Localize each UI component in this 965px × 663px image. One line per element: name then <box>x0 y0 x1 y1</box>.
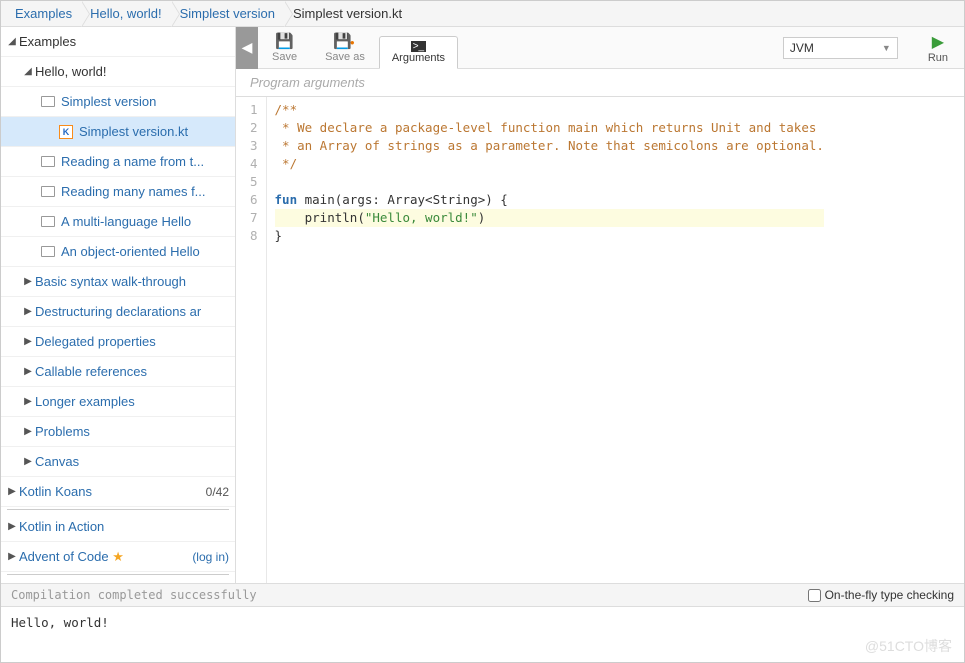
tree-problems[interactable]: Problems <box>1 417 235 447</box>
sidebar: Examples Hello, world! Simplest version … <box>1 27 236 583</box>
folder-icon <box>41 216 55 227</box>
code-editor[interactable]: 12345678 /** * We declare a package-leve… <box>236 97 964 583</box>
caret-icon <box>21 456 35 467</box>
save-button[interactable]: 💾 Save <box>258 27 311 68</box>
folder-icon <box>41 246 55 257</box>
tree-oop-hello[interactable]: An object-oriented Hello <box>1 237 235 267</box>
otf-checkbox[interactable]: On-the-fly type checking <box>808 588 954 602</box>
tree-reading-name[interactable]: Reading a name from t... <box>1 147 235 177</box>
caret-icon <box>5 486 19 497</box>
program-arguments-input[interactable]: Program arguments <box>236 69 964 97</box>
tree-destructuring[interactable]: Destructuring declarations ar <box>1 297 235 327</box>
chevron-down-icon: ▼ <box>882 43 891 53</box>
button-label: Save as <box>325 51 365 63</box>
tree-label: Examples <box>19 34 229 49</box>
tree-label: Simplest version.kt <box>79 124 229 139</box>
output-text: Hello, world! <box>11 615 109 630</box>
caret-icon <box>5 551 19 562</box>
tree-hello-world[interactable]: Hello, world! <box>1 57 235 87</box>
tree-longer[interactable]: Longer examples <box>1 387 235 417</box>
caret-icon <box>21 396 35 407</box>
main-area: Examples Hello, world! Simplest version … <box>1 27 964 583</box>
folder-icon <box>41 186 55 197</box>
target-select[interactable]: JVM ▼ <box>783 37 898 59</box>
save-as-icon: 💾 <box>333 32 357 50</box>
caret-icon <box>21 426 35 437</box>
tree-in-action[interactable]: Kotlin in Action <box>1 512 235 542</box>
crumb-file[interactable]: Simplest version.kt <box>285 1 412 26</box>
editor-pane: ◀ 💾 Save 💾 Save as >_ Arguments JVM ▼ ▶ … <box>236 27 964 583</box>
caret-icon <box>5 36 19 47</box>
folder-icon <box>41 96 55 107</box>
caret-icon <box>21 306 35 317</box>
play-icon: ▶ <box>932 32 944 52</box>
button-label: Save <box>272 51 297 63</box>
tree-canvas[interactable]: Canvas <box>1 447 235 477</box>
crumb-simplest[interactable]: Simplest version <box>172 1 285 26</box>
star-icon: ★ <box>112 549 124 564</box>
tree-label: Reading a name from t... <box>61 154 229 169</box>
tree-basic-syntax[interactable]: Basic syntax walk-through <box>1 267 235 297</box>
tree-my-programs[interactable]: My programs (log in) <box>1 577 235 583</box>
folder-icon <box>41 156 55 167</box>
select-value: JVM <box>790 41 814 55</box>
save-icon: 💾 <box>275 32 294 50</box>
tree-label: Kotlin in Action <box>19 519 229 534</box>
checkbox-label: On-the-fly type checking <box>825 588 954 602</box>
tree-root-examples[interactable]: Examples <box>1 27 235 57</box>
tree-label: Destructuring declarations ar <box>35 304 229 319</box>
progress-badge: 0/42 <box>206 485 229 499</box>
tree-callable[interactable]: Callable references <box>1 357 235 387</box>
crumb-examples[interactable]: Examples <box>7 1 82 26</box>
tree-delegated[interactable]: Delegated properties <box>1 327 235 357</box>
terminal-icon: >_ <box>411 41 426 52</box>
line-gutter: 12345678 <box>236 97 267 583</box>
tree-label: A multi-language Hello <box>61 214 229 229</box>
tree-label: Longer examples <box>35 394 229 409</box>
tree-label: Basic syntax walk-through <box>35 274 229 289</box>
tree-label: Reading many names f... <box>61 184 229 199</box>
tree-label: Canvas <box>35 454 229 469</box>
crumb-hello[interactable]: Hello, world! <box>82 1 172 26</box>
caret-icon <box>5 521 19 532</box>
tree-label: Problems <box>35 424 229 439</box>
code-content[interactable]: /** * We declare a package-level functio… <box>267 97 832 583</box>
watermark: @51CTO博客 <box>865 636 952 656</box>
caret-icon <box>21 336 35 347</box>
checkbox-input[interactable] <box>808 589 821 602</box>
status-message: Compilation completed successfully <box>11 588 257 602</box>
tree-label: An object-oriented Hello <box>61 244 229 259</box>
tree-simplest-folder[interactable]: Simplest version <box>1 87 235 117</box>
status-bar: Compilation completed successfully On-th… <box>1 583 964 606</box>
tree-label: Delegated properties <box>35 334 229 349</box>
run-button[interactable]: ▶ Run <box>912 30 964 66</box>
caret-icon <box>21 66 35 77</box>
save-as-button[interactable]: 💾 Save as <box>311 27 379 68</box>
tree-advent[interactable]: Advent of Code ★ (log in) <box>1 542 235 572</box>
tree-label: Kotlin Koans <box>19 484 202 499</box>
toolbar: ◀ 💾 Save 💾 Save as >_ Arguments JVM ▼ ▶ … <box>236 27 964 69</box>
tree-reading-many[interactable]: Reading many names f... <box>1 177 235 207</box>
tree-simplest-file[interactable]: K Simplest version.kt <box>1 117 235 147</box>
tree-label: Hello, world! <box>35 64 229 79</box>
tree-label: Simplest version <box>61 94 229 109</box>
tree-multi-lang[interactable]: A multi-language Hello <box>1 207 235 237</box>
button-label: Run <box>928 52 948 64</box>
kotlin-file-icon: K <box>59 125 73 139</box>
caret-icon <box>21 276 35 287</box>
tree-koans[interactable]: Kotlin Koans 0/42 <box>1 477 235 507</box>
back-button[interactable]: ◀ <box>236 27 258 69</box>
tree-label: Callable references <box>35 364 229 379</box>
tab-arguments[interactable]: >_ Arguments <box>379 36 458 69</box>
output-panel: Hello, world! @51CTO博客 <box>1 606 964 662</box>
login-link[interactable]: (log in) <box>192 550 229 564</box>
tree-label: Advent of Code ★ <box>19 549 192 565</box>
breadcrumb: Examples Hello, world! Simplest version … <box>1 1 964 27</box>
caret-icon <box>21 366 35 377</box>
tab-label: Arguments <box>392 52 445 64</box>
